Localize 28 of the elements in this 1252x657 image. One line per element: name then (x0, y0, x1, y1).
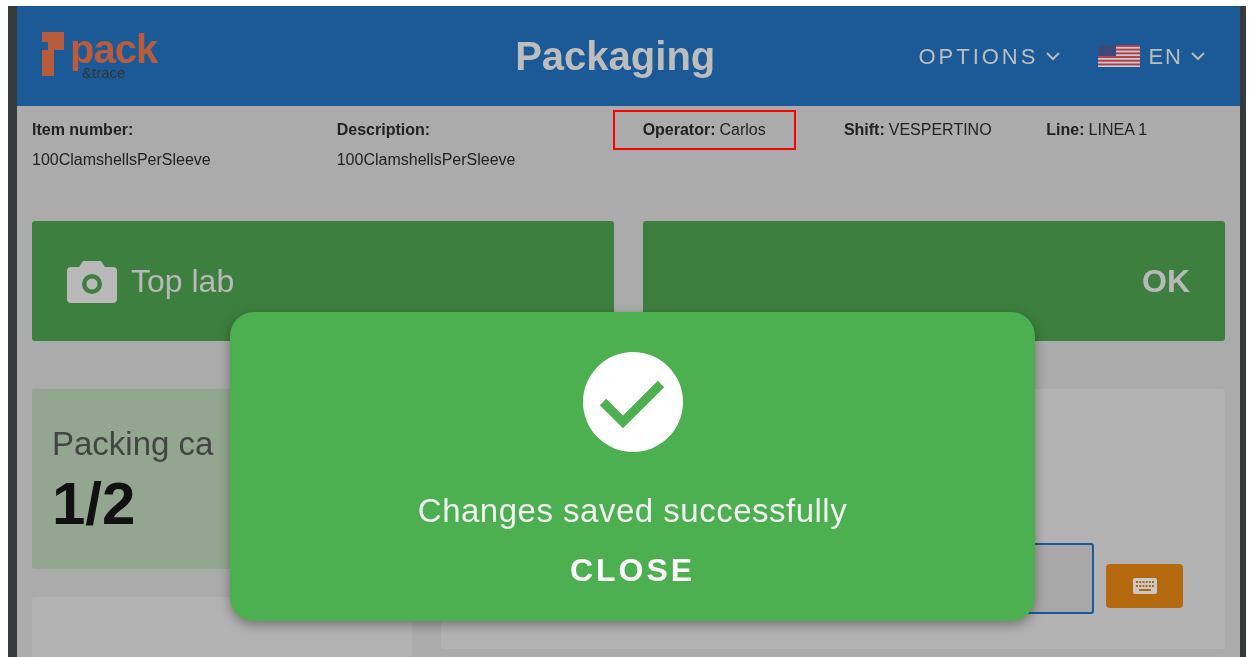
chevron-down-icon (1046, 51, 1061, 61)
field-value: 100ClamshellsPerSleeve (336, 150, 516, 170)
options-menu[interactable]: OPTIONS (918, 39, 1061, 73)
status-text: OK (1142, 262, 1190, 301)
keyboard-button[interactable] (1106, 564, 1183, 608)
field-label: Operator: (642, 120, 716, 140)
close-button[interactable]: CLOSE (565, 545, 700, 594)
card-label: Top lab (131, 262, 235, 301)
field-label: Description: (336, 120, 432, 140)
camera-icon (67, 259, 117, 303)
field-label: Item number: (32, 120, 135, 140)
logo: pack &trace (42, 32, 292, 80)
field-label: Shift: (843, 120, 885, 140)
field-value: 100ClamshellsPerSleeve (32, 150, 211, 170)
language-menu[interactable]: EN (1098, 39, 1205, 73)
logo-mark-icon (42, 32, 64, 76)
field-value: VESPERTINO (888, 120, 992, 140)
field-value: Carlos (719, 120, 766, 140)
check-circle-icon (582, 352, 683, 452)
keyboard-icon (1132, 578, 1157, 594)
card-title: Packing ca (52, 424, 215, 464)
field-label: Line: (1046, 120, 1085, 140)
packing-count: 1/2 (52, 468, 137, 539)
chevron-down-icon (1191, 51, 1205, 61)
dialog-message: Changes saved successfully (417, 491, 848, 531)
field-value: LINEA 1 (1088, 120, 1148, 140)
page-title: Packaging (515, 33, 716, 80)
flag-icon (1098, 45, 1141, 67)
